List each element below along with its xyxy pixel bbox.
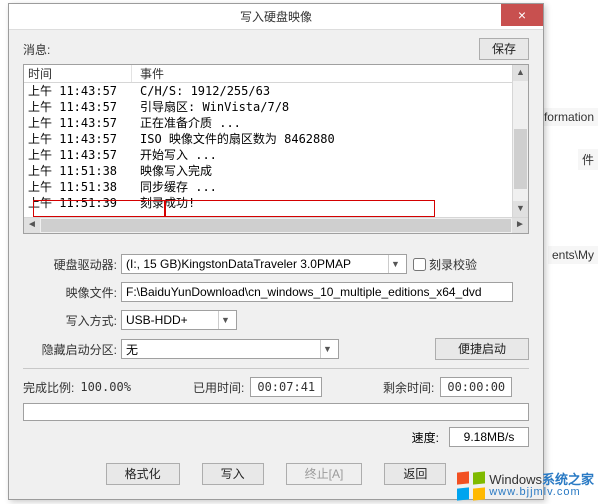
scroll-thumb[interactable]	[514, 129, 527, 189]
dialog-window: 写入硬盘映像 × 消息: 保存 时间 事件 上午 11:43:57C/H/S: …	[8, 3, 544, 500]
list-item[interactable]: 上午 11:51:38同步缓存 ...	[24, 179, 528, 195]
hidden-boot-label: 隐藏启动分区:	[23, 341, 121, 358]
watermark-brand: Windows系统之家	[489, 473, 594, 486]
list-item[interactable]: 上午 11:43:57C/H/S: 1912/255/63	[24, 83, 528, 99]
chevron-down-icon: ▼	[320, 340, 334, 358]
window-title: 写入硬盘映像	[240, 8, 312, 25]
write-mode-value: USB-HDD+	[126, 313, 188, 327]
verify-label: 刻录校验	[429, 256, 477, 273]
windows-logo-icon	[457, 472, 485, 500]
horizontal-scrollbar[interactable]: ◄ ►	[24, 217, 528, 233]
scroll-down-icon[interactable]: ▼	[513, 201, 528, 217]
elapsed-value: 00:07:41	[250, 377, 322, 397]
hidden-boot-combobox[interactable]: 无 ▼	[121, 339, 339, 359]
verify-checkbox-input[interactable]	[413, 258, 426, 271]
hidden-boot-value: 无	[126, 341, 138, 358]
scroll-right-icon[interactable]: ►	[512, 218, 528, 233]
close-button[interactable]: ×	[501, 4, 543, 26]
abort-button: 终止[A]	[286, 463, 363, 485]
write-mode-label: 写入方式:	[23, 312, 121, 329]
write-mode-combobox[interactable]: USB-HDD+ ▼	[121, 310, 237, 330]
message-label: 消息:	[23, 41, 50, 58]
client-area: 消息: 保存 时间 事件 上午 11:43:57C/H/S: 1912/255/…	[9, 30, 543, 499]
background-text: ents\My	[548, 246, 598, 264]
scroll-up-icon[interactable]: ▲	[513, 65, 528, 81]
list-item[interactable]: 上午 11:43:57正在准备介质 ...	[24, 115, 528, 131]
scroll-left-icon[interactable]: ◄	[24, 218, 40, 233]
vertical-scrollbar[interactable]: ▲ ▼	[512, 65, 528, 217]
remain-label: 剩余时间:	[383, 379, 434, 396]
format-button[interactable]: 格式化	[106, 463, 180, 485]
titlebar: 写入硬盘映像 ×	[9, 4, 543, 30]
watermark-url: www.bjjmlv.com	[489, 486, 594, 499]
chevron-down-icon: ▼	[388, 255, 402, 273]
write-button[interactable]: 写入	[202, 463, 264, 485]
background-text: 件	[578, 149, 598, 170]
elapsed-label: 已用时间:	[193, 379, 244, 396]
list-item[interactable]: 上午 11:51:38映像写入完成	[24, 163, 528, 179]
save-button[interactable]: 保存	[479, 38, 529, 60]
complete-label: 完成比例:	[23, 379, 74, 396]
progress-bar	[23, 403, 529, 421]
convenient-boot-button[interactable]: 便捷启动	[435, 338, 529, 360]
list-item[interactable]: 上午 11:51:39刻录成功!	[24, 195, 528, 211]
list-item[interactable]: 上午 11:43:57引导扇区: WinVista/7/8	[24, 99, 528, 115]
watermark: Windows系统之家 www.bjjmlv.com	[457, 472, 594, 500]
chevron-down-icon: ▼	[218, 311, 232, 329]
scroll-thumb[interactable]	[41, 219, 511, 232]
column-event[interactable]: 事件	[132, 65, 528, 82]
log-listview[interactable]: 时间 事件 上午 11:43:57C/H/S: 1912/255/63 上午 1…	[23, 64, 529, 234]
back-button[interactable]: 返回	[384, 463, 446, 485]
image-label: 映像文件:	[23, 284, 121, 301]
log-body: 上午 11:43:57C/H/S: 1912/255/63 上午 11:43:5…	[24, 83, 528, 217]
speed-value: 9.18MB/s	[449, 427, 529, 447]
speed-label: 速度:	[412, 429, 439, 446]
complete-value: 100.00%	[80, 380, 131, 394]
column-time[interactable]: 时间	[24, 65, 132, 82]
image-path-input[interactable]	[121, 282, 513, 302]
list-item[interactable]: 上午 11:43:57ISO 映像文件的扇区数为 8462880	[24, 131, 528, 147]
verify-checkbox[interactable]: 刻录校验	[413, 256, 477, 273]
drive-value: (I:, 15 GB)KingstonDataTraveler 3.0PMAP	[126, 257, 351, 271]
log-header: 时间 事件	[24, 65, 528, 83]
list-item[interactable]: 上午 11:43:57开始写入 ...	[24, 147, 528, 163]
drive-combobox[interactable]: (I:, 15 GB)KingstonDataTraveler 3.0PMAP …	[121, 254, 407, 274]
drive-label: 硬盘驱动器:	[23, 256, 121, 273]
remain-value: 00:00:00	[440, 377, 512, 397]
